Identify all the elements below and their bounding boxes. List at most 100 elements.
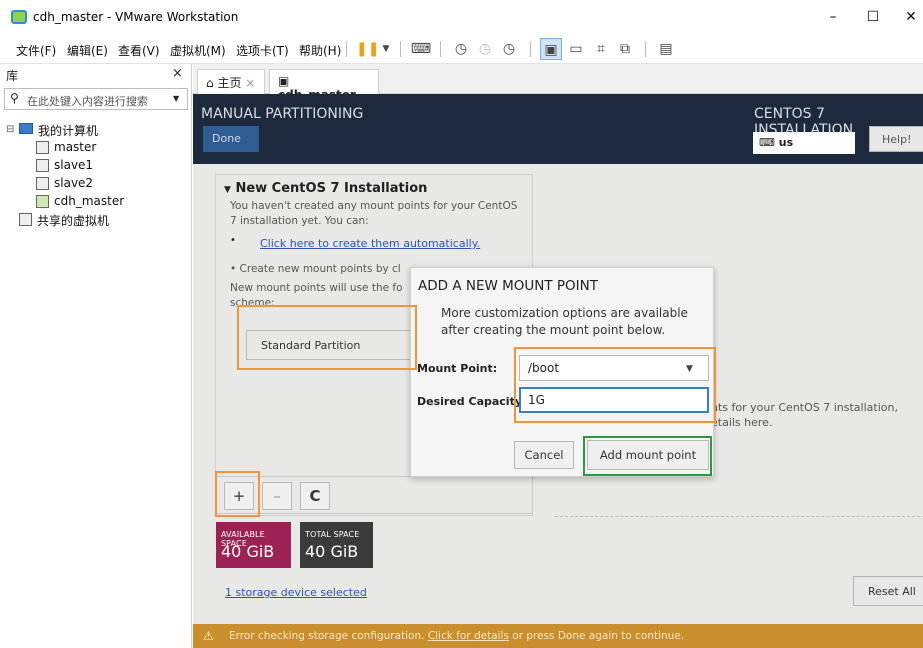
console-view-icon[interactable]: ▤ xyxy=(655,38,677,60)
library-panel: 库 × ⚲ 在此处键入内容进行搜索 ▼ ⊟ 我的计算机 master slave… xyxy=(0,64,192,648)
thumbnail-bar-icon[interactable]: ▭ xyxy=(565,38,587,60)
tree-vm-master[interactable]: master xyxy=(54,140,96,154)
search-icon: ⚲ xyxy=(10,91,19,105)
highlight-partition-scheme xyxy=(237,305,417,370)
intro-text: You haven't created any mount points for… xyxy=(230,199,517,229)
right-info-text: nts for your CentOS 7 installation, etai… xyxy=(711,400,898,430)
dropdown-arrow-icon[interactable]: ▼ xyxy=(375,38,397,60)
bullet-icon: • xyxy=(230,235,236,246)
fullscreen-icon[interactable]: ⌗ xyxy=(590,38,612,60)
mount-point-label: Mount Point: xyxy=(417,362,498,375)
window-titlebar: cdh_master - VMware Workstation – ☐ ✕ xyxy=(0,0,923,34)
shared-vm-icon xyxy=(19,213,32,226)
refresh-button[interactable]: C xyxy=(300,482,330,510)
expander-icon: ▼ xyxy=(224,185,231,195)
error-details-link[interactable]: Click for details xyxy=(428,630,509,642)
vm-icon: ▣ xyxy=(278,74,290,88)
help-button[interactable]: Help! xyxy=(869,126,923,152)
tree-vm-slave1[interactable]: slave1 xyxy=(54,158,93,172)
send-keys-icon[interactable]: ⌨ xyxy=(410,38,432,60)
storage-devices-link[interactable]: 1 storage device selected xyxy=(225,586,367,599)
tab-cdh-master[interactable]: ▣ cdh_master × xyxy=(269,69,379,116)
intro-line-2: 7 installation yet. You can: xyxy=(230,215,369,227)
window-title: cdh_master - VMware Workstation xyxy=(33,10,239,24)
tab-close-icon[interactable]: × xyxy=(245,76,255,90)
menu-file[interactable]: 文件(F) xyxy=(16,42,56,59)
tree-vm-slave2[interactable]: slave2 xyxy=(54,176,93,190)
library-title: 库 xyxy=(6,69,19,83)
bullet-create-label: Create new mount points by cl xyxy=(239,263,401,275)
toolbar-separator xyxy=(530,41,531,57)
vm-icon xyxy=(36,159,49,172)
toolbar-separator xyxy=(440,41,441,57)
desired-capacity-label: Desired Capacity: xyxy=(417,395,527,408)
snapshot-icon[interactable]: ◷ xyxy=(450,38,472,60)
maximize-button[interactable]: ☐ xyxy=(858,6,888,28)
error-suffix-text: or press Done again to continue. xyxy=(508,630,685,642)
toolbar-separator xyxy=(346,41,347,57)
my-computer-icon xyxy=(19,123,33,134)
right-info-line-1: nts for your CentOS 7 installation, xyxy=(711,401,898,414)
right-info-line-2: etails here. xyxy=(711,416,773,429)
toolbar-separator xyxy=(645,41,646,57)
menu-tabs[interactable]: 选项卡(T) xyxy=(236,42,289,59)
total-space-label: TOTAL SPACE xyxy=(305,530,360,539)
total-space-box: TOTAL SPACE 40 GiB xyxy=(300,522,373,568)
tree-my-computer[interactable]: 我的计算机 xyxy=(38,122,98,139)
snapshot-manager-icon[interactable]: ◷ xyxy=(498,38,520,60)
library-search-input[interactable]: ⚲ 在此处键入内容进行搜索 ▼ xyxy=(4,88,188,110)
vm-icon xyxy=(36,177,49,190)
error-text: Error checking storage configuration. xyxy=(229,630,425,642)
intro-line-1: You haven't created any mount points for… xyxy=(230,200,518,212)
vm-running-icon xyxy=(36,195,49,208)
search-placeholder: 在此处键入内容进行搜索 xyxy=(27,95,148,108)
tree-vm-cdh-master[interactable]: cdh_master xyxy=(54,194,124,208)
dropdown-arrow-icon[interactable]: ▼ xyxy=(173,94,179,103)
highlight-mount-inputs xyxy=(514,347,716,423)
vmware-app-icon xyxy=(11,10,27,24)
vm-icon xyxy=(36,141,49,154)
remove-mount-point-button[interactable]: – xyxy=(262,482,292,510)
auto-create-link-text[interactable]: Click here to create them automatically. xyxy=(260,237,480,250)
keyboard-layout-indicator[interactable]: ⌨ us xyxy=(753,132,855,154)
auto-create-link[interactable]: Click here to create them automatically. xyxy=(260,236,480,250)
installation-title-text: New CentOS 7 Installation xyxy=(235,181,428,196)
divider xyxy=(555,516,923,517)
bullet-create-text: • Create new mount points by cl xyxy=(230,262,401,277)
mount-point-controls: + – C xyxy=(215,476,533,514)
bullet-icon: • xyxy=(230,263,237,275)
available-space-value: 40 GiB xyxy=(221,542,275,561)
installation-section-title[interactable]: ▼ New CentOS 7 Installation xyxy=(224,181,427,196)
tab-home[interactable]: ⌂ 主页 × xyxy=(197,69,265,94)
menu-edit[interactable]: 编辑(E) xyxy=(67,42,108,59)
tab-bar: ⌂ 主页 × ▣ cdh_master × xyxy=(193,64,923,116)
minimize-button[interactable]: – xyxy=(818,6,848,28)
tree-collapse-icon[interactable]: ⊟ xyxy=(6,124,14,135)
cancel-button[interactable]: Cancel xyxy=(514,441,574,469)
done-button[interactable]: Done xyxy=(203,126,259,152)
reset-all-button[interactable]: Reset All xyxy=(853,576,923,606)
dialog-title: ADD A NEW MOUNT POINT xyxy=(418,278,598,294)
unity-icon[interactable]: ⧉ xyxy=(614,38,636,60)
tab-home-label: 主页 xyxy=(217,76,242,90)
close-window-button[interactable]: ✕ xyxy=(896,6,923,28)
show-library-icon[interactable]: ▣ xyxy=(540,38,562,60)
dialog-desc-line-2: after creating the mount point below. xyxy=(441,323,666,337)
installer-header: MANUAL PARTITIONING CENTOS 7 INSTALLATIO… xyxy=(193,94,923,164)
total-space-value: 40 GiB xyxy=(305,542,359,561)
menu-help[interactable]: 帮助(H) xyxy=(299,42,341,59)
menu-vm[interactable]: 虚拟机(M) xyxy=(170,42,226,59)
highlight-add-button xyxy=(583,436,712,476)
warning-icon: ⚠ xyxy=(203,629,214,643)
error-bar[interactable]: ⚠ Error checking storage configuration. … xyxy=(193,624,923,648)
keyboard-layout-label: us xyxy=(778,136,794,149)
menu-bar: 文件(F) 编辑(E) 查看(V) 虚拟机(M) 选项卡(T) 帮助(H) ❚❚… xyxy=(0,34,923,64)
tree-shared-vms[interactable]: 共享的虚拟机 xyxy=(37,212,109,229)
available-space-box: AVAILABLE SPACE 40 GiB xyxy=(216,522,291,568)
note-line-1: New mount points will use the fo xyxy=(230,282,403,294)
dialog-description: More customization options are available… xyxy=(441,305,688,339)
library-close-button[interactable]: × xyxy=(172,66,183,81)
highlight-plus-button xyxy=(215,471,260,517)
revert-snapshot-icon[interactable]: ◷ xyxy=(474,38,496,60)
menu-view[interactable]: 查看(V) xyxy=(118,42,160,59)
